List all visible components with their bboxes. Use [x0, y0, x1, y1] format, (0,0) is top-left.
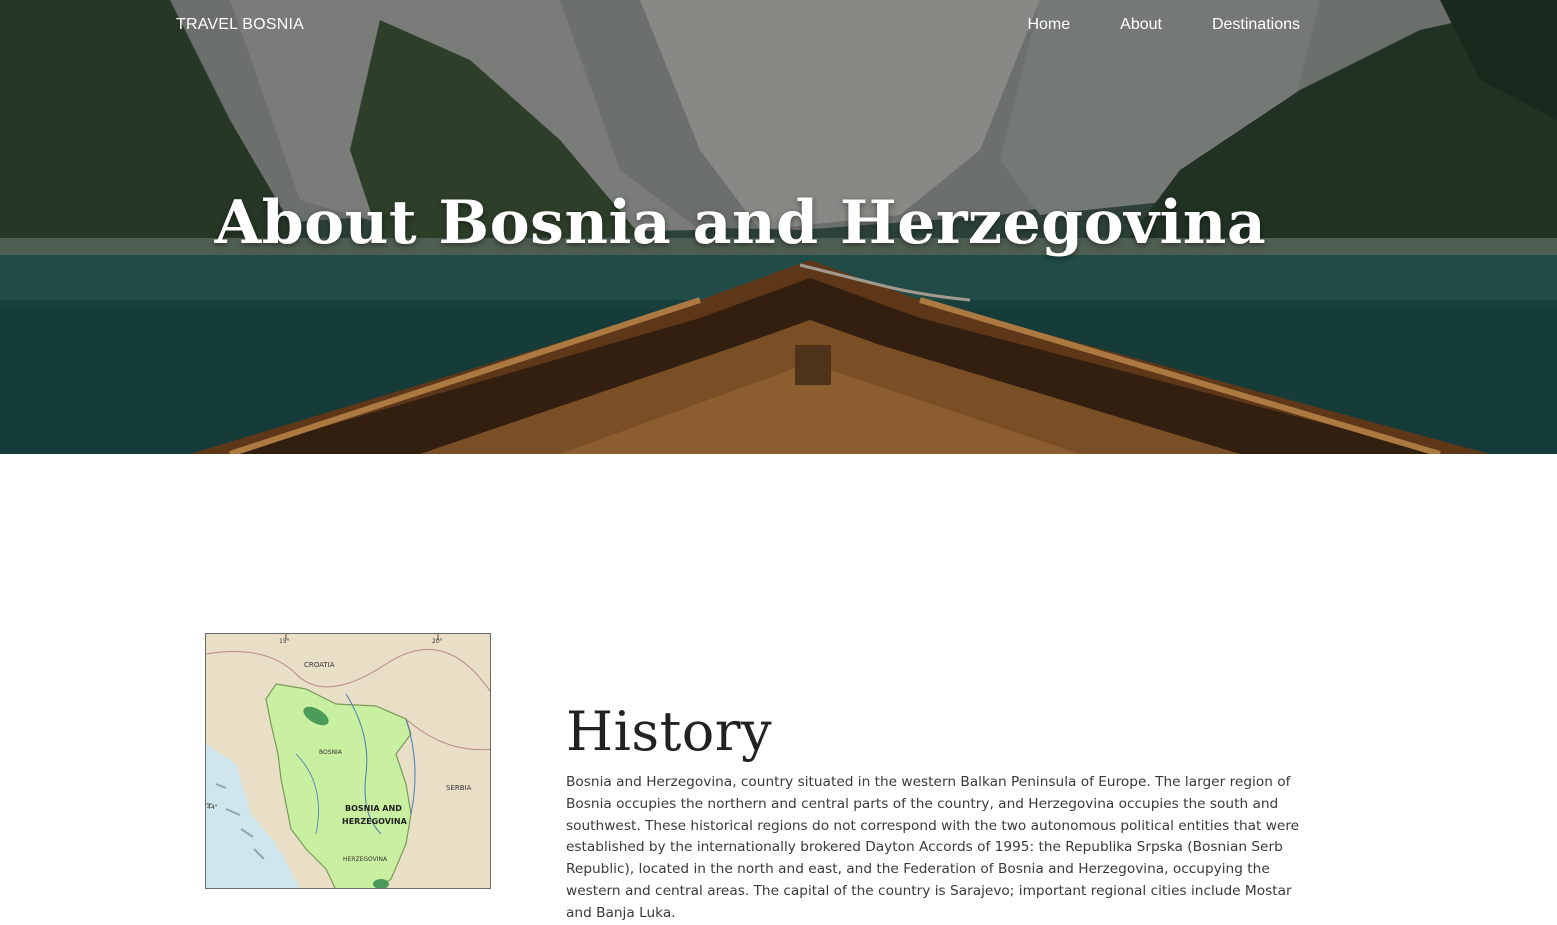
hero-title: About Bosnia and Herzegovina — [214, 188, 1267, 258]
map-label-croatia: CROATIA — [304, 661, 335, 669]
map-label-lon-15: 15° — [279, 638, 290, 645]
map-label-lat-44: 44° — [207, 804, 218, 811]
map-label-herzegovina: HERZEGOVINA — [343, 856, 388, 863]
map-illustration: CROATIA SERBIA BOSNIA AND HERZEGOVINA BO… — [206, 634, 490, 888]
map-label-bosnia: BOSNIA — [319, 749, 343, 756]
map-label-country-line1: BOSNIA AND — [345, 804, 402, 813]
bosnia-map-image: CROATIA SERBIA BOSNIA AND HERZEGOVINA BO… — [205, 633, 491, 889]
nav-link-destinations[interactable]: Destinations — [1212, 16, 1300, 34]
top-navigation-bar: TRAVEL BOSNIA Home About Destinations — [0, 0, 1557, 54]
nav-link-home[interactable]: Home — [1027, 16, 1070, 34]
hero-section: TRAVEL BOSNIA Home About Destinations Ab… — [0, 0, 1557, 454]
history-heading: History — [566, 700, 773, 763]
nav-link-about[interactable]: About — [1120, 16, 1162, 34]
history-paragraph: Bosnia and Herzegovina, country situated… — [566, 774, 1300, 921]
brand-logo-link[interactable]: TRAVEL BOSNIA — [176, 16, 304, 34]
main-nav-links: Home About Destinations — [1027, 16, 1300, 34]
map-label-country-line2: HERZEGOVINA — [342, 817, 408, 826]
map-label-lon-20: 20° — [432, 638, 443, 645]
map-label-serbia: SERBIA — [446, 784, 472, 792]
